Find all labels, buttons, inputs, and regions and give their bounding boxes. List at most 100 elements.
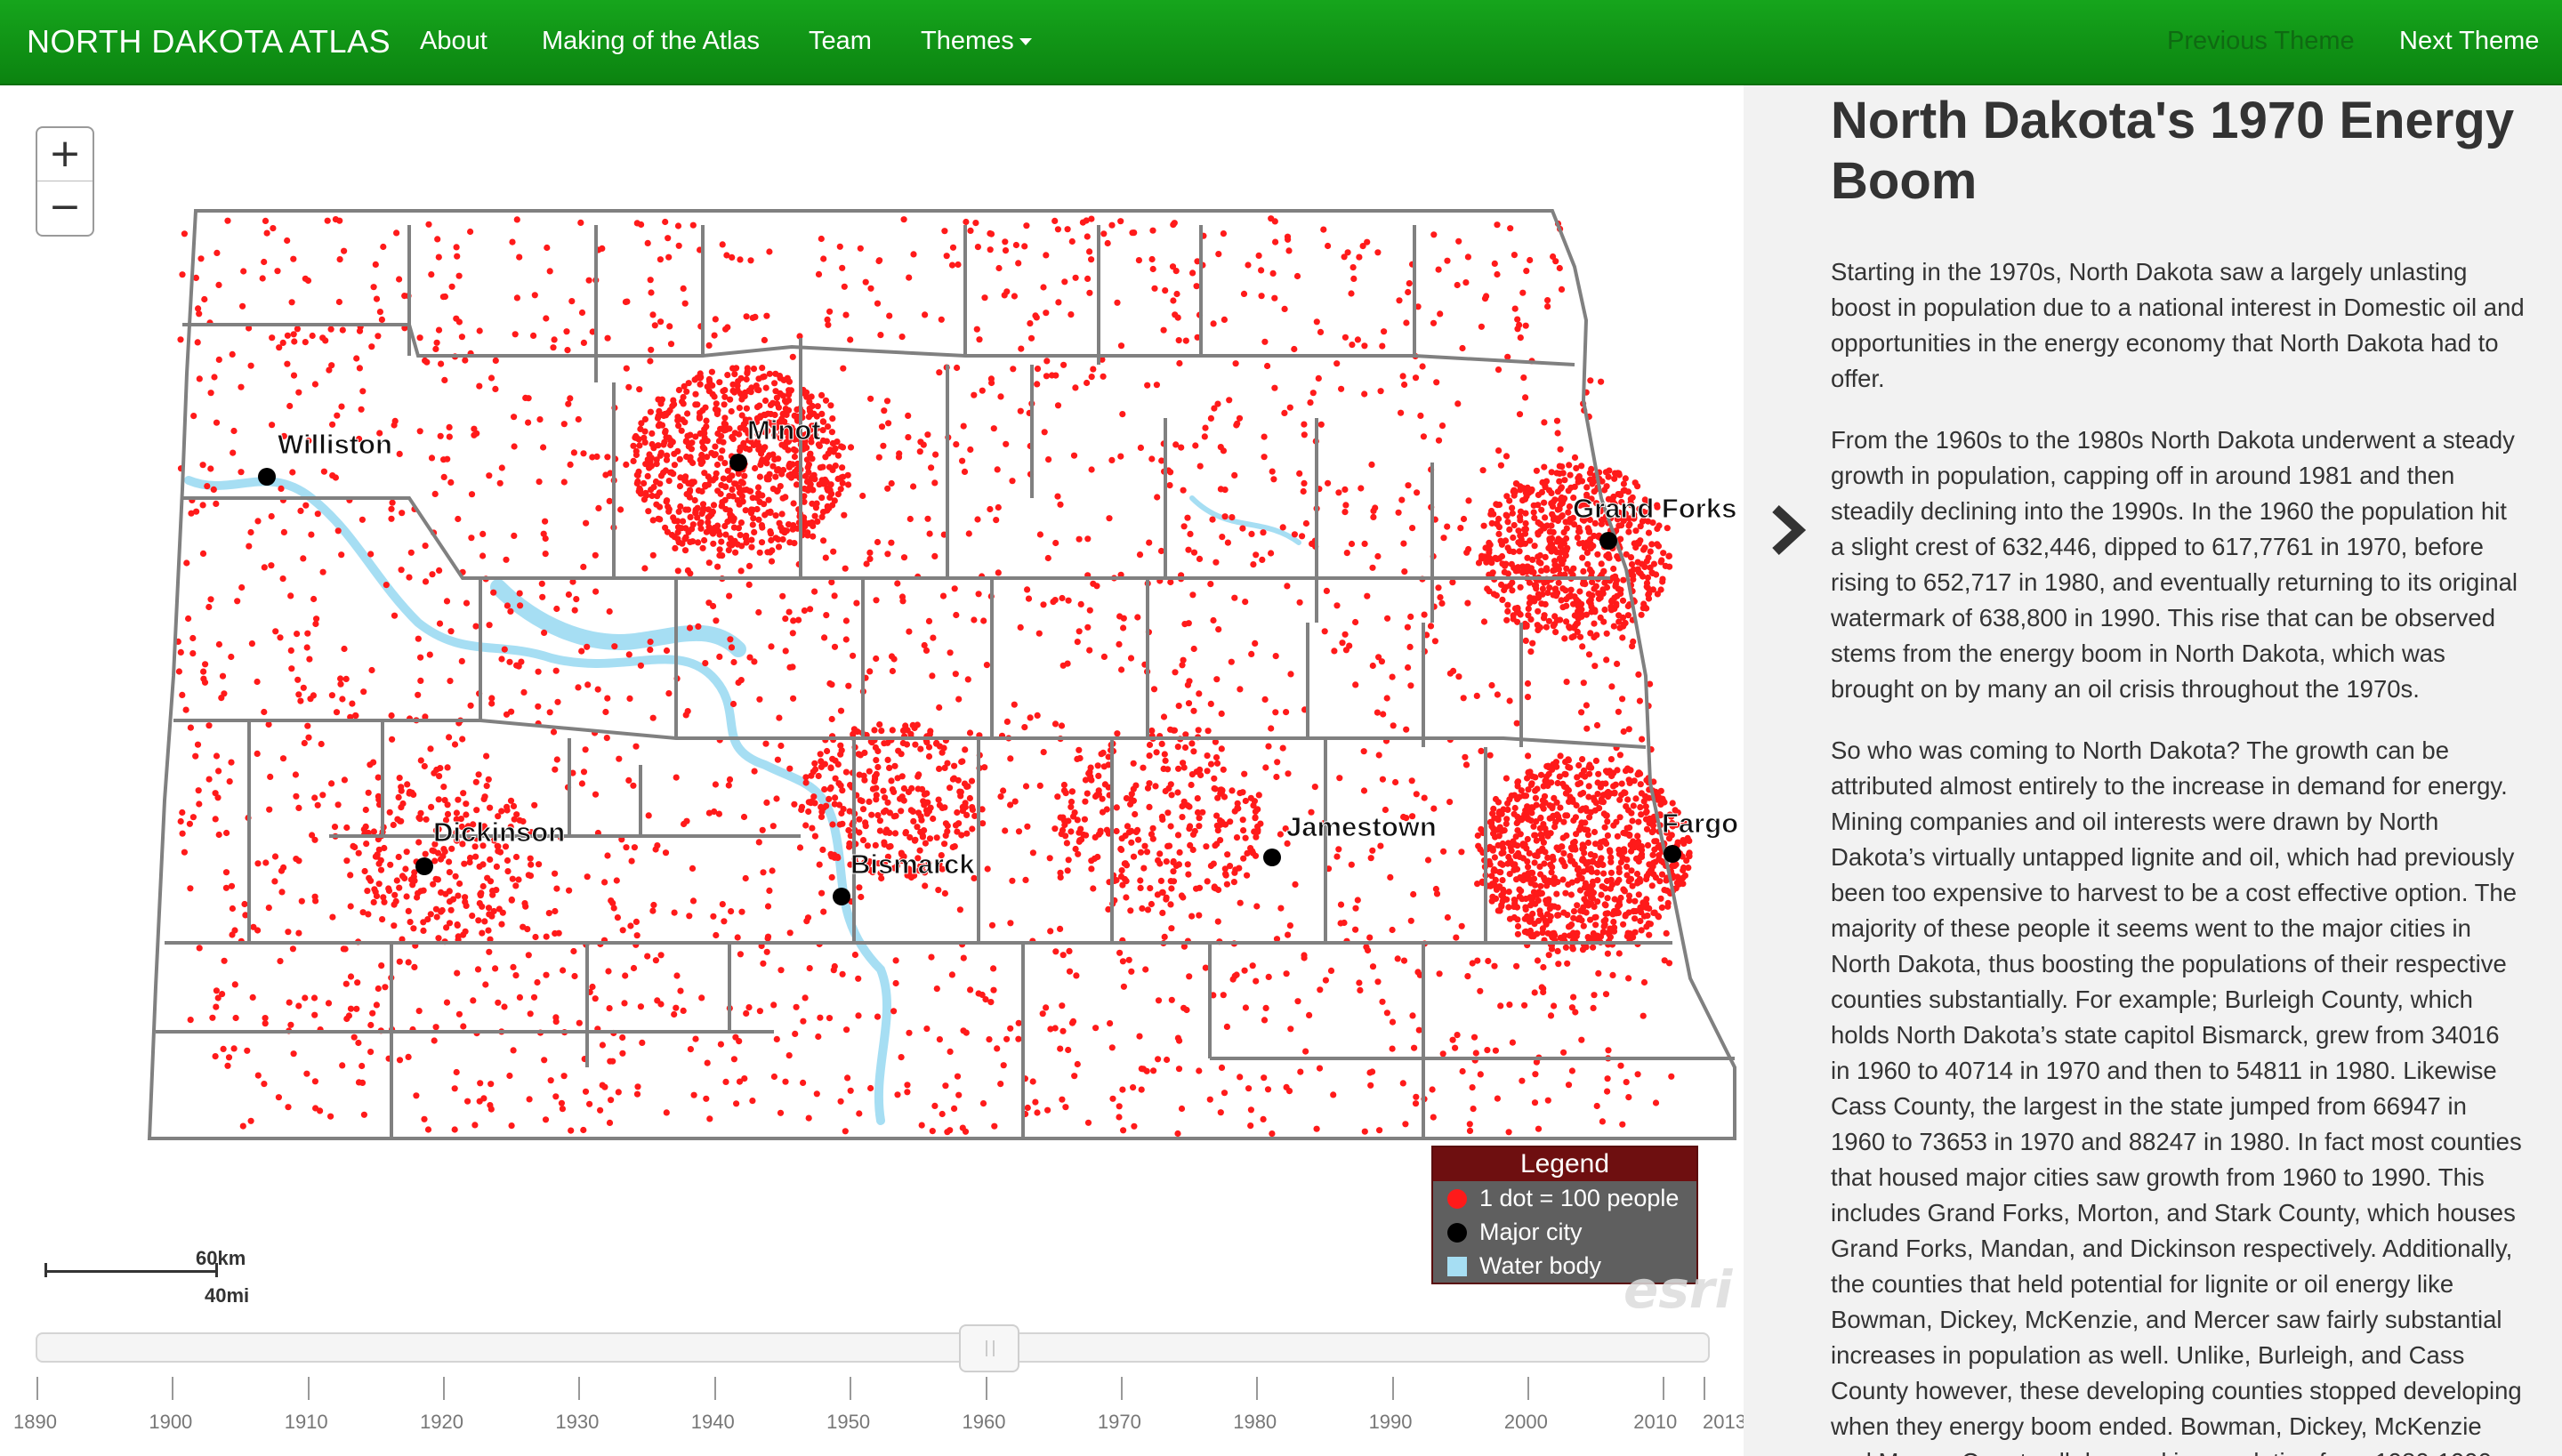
population-dot (1465, 545, 1472, 553)
population-dot (1182, 337, 1189, 344)
nav-team[interactable]: Team (809, 27, 872, 56)
population-dot (1454, 1032, 1461, 1039)
nav-about[interactable]: About (420, 27, 487, 56)
population-dot (1352, 926, 1359, 933)
population-dot (1522, 322, 1529, 329)
population-dot (772, 388, 779, 395)
population-dot (1579, 554, 1586, 561)
population-dot (1646, 905, 1653, 912)
population-dot (1651, 838, 1658, 845)
population-dot (1499, 840, 1506, 848)
population-dot (522, 394, 529, 401)
previous-theme-button[interactable]: Previous Theme (2167, 27, 2355, 56)
population-dot (755, 839, 762, 846)
population-dot (1375, 752, 1382, 759)
population-dot (1470, 1034, 1478, 1041)
population-dot (1670, 863, 1677, 870)
population-dot (211, 374, 218, 381)
population-dot (702, 481, 709, 489)
population-dot (811, 760, 818, 767)
population-dot (1179, 814, 1186, 821)
population-dot (225, 1054, 233, 1061)
population-dot (1097, 827, 1104, 834)
population-dot (828, 579, 835, 586)
nav-making-of-atlas[interactable]: Making of the Atlas (542, 27, 760, 56)
population-dot (605, 968, 612, 975)
population-dot (1074, 755, 1081, 763)
population-dot (1048, 372, 1056, 379)
population-dot (508, 897, 515, 904)
population-dot (1605, 929, 1613, 936)
population-dot (1219, 534, 1226, 541)
population-dot (1548, 489, 1555, 497)
population-dot (1348, 861, 1355, 868)
population-dot (1168, 925, 1175, 932)
population-dot (1032, 1098, 1039, 1106)
population-dot (1506, 697, 1513, 704)
population-dot (1022, 876, 1029, 884)
population-dot (1536, 863, 1543, 871)
population-dot (1131, 1122, 1138, 1130)
population-dot (391, 922, 398, 929)
population-dot (910, 483, 917, 490)
population-dot (1342, 502, 1349, 509)
population-dot (1311, 784, 1318, 791)
population-dot (1509, 1039, 1516, 1046)
population-dot (308, 531, 315, 538)
population-dot (196, 375, 203, 382)
population-dot (1617, 586, 1624, 593)
population-dot (398, 784, 405, 791)
population-dot (731, 371, 738, 378)
population-dot (331, 824, 339, 831)
population-dot (959, 808, 966, 815)
population-dot (525, 419, 532, 426)
population-dot (1034, 1109, 1041, 1116)
population-dot (925, 617, 933, 625)
nav-themes-dropdown[interactable]: Themes (921, 27, 1032, 56)
population-dot (1333, 602, 1341, 609)
population-dot (1317, 421, 1325, 428)
population-dot (213, 500, 220, 508)
population-dot (1160, 713, 1168, 720)
population-dot (736, 501, 743, 508)
population-dot (1492, 1047, 1499, 1054)
population-dot (1603, 656, 1610, 664)
population-dot (649, 430, 656, 437)
population-dot (721, 414, 729, 422)
population-dot (1625, 909, 1632, 916)
population-dot (527, 1010, 534, 1018)
population-dot (763, 799, 770, 807)
population-dot (1180, 760, 1187, 767)
population-dot (1550, 528, 1557, 536)
population-dot (1584, 832, 1591, 839)
population-dot (513, 294, 521, 302)
population-dot (1285, 247, 1293, 254)
population-dot (728, 407, 735, 415)
next-theme-button[interactable]: Next Theme (2399, 27, 2539, 56)
population-dot (1559, 470, 1567, 477)
population-dot (1551, 621, 1559, 628)
population-dot (653, 461, 660, 468)
population-dot (718, 481, 725, 489)
map-pane[interactable]: Williston Minot Grand Forks Dickinson Bi… (0, 85, 1744, 1456)
population-dot (503, 711, 511, 718)
population-dot (1116, 1114, 1123, 1121)
population-dot (279, 575, 286, 583)
population-dot (462, 894, 469, 901)
population-dot (737, 374, 745, 382)
population-dot (874, 763, 882, 771)
population-dot (421, 1115, 428, 1122)
population-dot (1117, 342, 1125, 350)
population-dot (1361, 390, 1368, 398)
population-dot (855, 975, 862, 982)
population-dot (1643, 923, 1650, 930)
population-dot (749, 495, 756, 502)
population-dot (452, 873, 459, 880)
population-dot (1565, 593, 1572, 600)
population-dot (939, 592, 947, 599)
population-dot (1647, 548, 1654, 555)
population-dot (926, 530, 933, 537)
population-dot (1394, 955, 1401, 962)
brand-link[interactable]: NORTH DAKOTA ATLAS (27, 23, 391, 60)
population-dot (387, 861, 394, 868)
